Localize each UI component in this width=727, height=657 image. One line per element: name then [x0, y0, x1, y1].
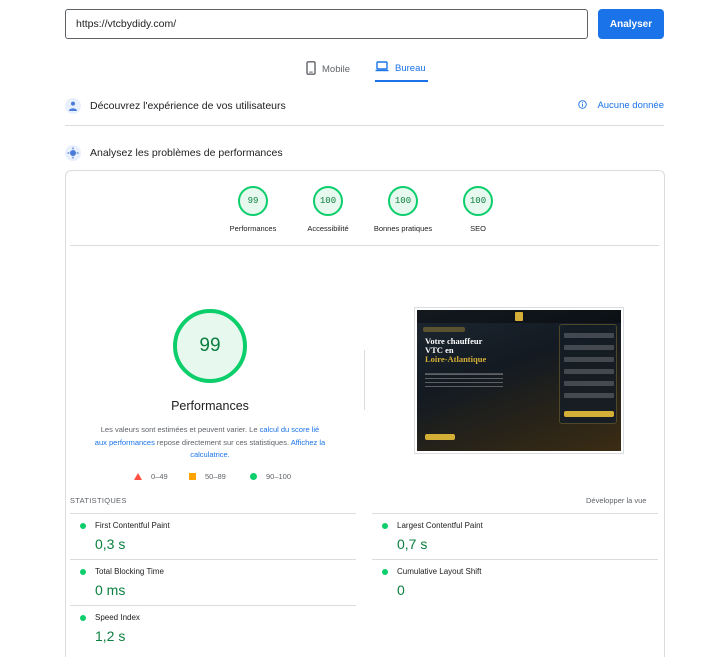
- metric-value: 0,7 s: [397, 536, 428, 552]
- screenshot-heading-line3: Loire-Atlantique: [425, 354, 487, 364]
- mobile-phone-icon: [306, 60, 316, 78]
- metric-lcp: Largest Contentful Paint 0,7 s: [372, 513, 658, 559]
- info-icon: [578, 99, 588, 112]
- no-data-link[interactable]: Aucune donnée: [578, 99, 664, 112]
- legend-fail-label: 0–49: [151, 472, 168, 481]
- tab-desktop-label: Bureau: [395, 62, 426, 74]
- url-input[interactable]: [65, 9, 588, 39]
- main-performance-gauge: 99: [173, 309, 247, 383]
- metric-value: 0,3 s: [95, 536, 126, 552]
- metric-value: 0: [397, 582, 405, 598]
- gauge-label-seo: SEO: [470, 224, 486, 233]
- legend-pass-label: 90–100: [266, 472, 292, 481]
- form-submit: [564, 411, 614, 417]
- metric-si: Speed Index 1,2 s: [70, 605, 356, 651]
- pass-circle-icon: [80, 523, 86, 529]
- lab-data-header: Analysez les problèmes de performances: [65, 133, 664, 173]
- metric-name: First Contentful Paint: [95, 521, 170, 530]
- lab-data-title: Analysez les problèmes de performances: [90, 147, 283, 159]
- screenshot-cta: [425, 434, 455, 440]
- screenshot-logo: [515, 312, 523, 321]
- main-gauge-label: Performances: [171, 399, 249, 413]
- lab-flask-icon: [65, 145, 81, 161]
- legend-average: 50–89: [189, 472, 226, 481]
- disclaimer-text-1: Les valeurs sont estimées et peuvent var…: [100, 425, 260, 434]
- form-row: [564, 333, 614, 338]
- gauge-accessibility[interactable]: 100: [313, 186, 343, 216]
- metric-tbt: Total Blocking Time 0 ms: [70, 559, 356, 605]
- tab-desktop[interactable]: Bureau: [375, 56, 428, 82]
- screenshot-heading: Votre chauffeur VTC en Loire-Atlantique: [425, 337, 515, 364]
- screenshot-booking-form: [559, 324, 617, 424]
- disclaimer-text-2: repose directement sur ces statistiques.: [154, 437, 291, 447]
- square-icon: [189, 473, 196, 480]
- screenshot-paragraph: [425, 373, 503, 389]
- screenshot-image: Votre chauffeur VTC en Loire-Atlantique: [417, 310, 621, 451]
- field-data-title: Découvrez l'expérience de vos utilisateu…: [90, 99, 286, 112]
- gauge-performances[interactable]: 99: [238, 186, 268, 216]
- final-screenshot: Votre chauffeur VTC en Loire-Atlantique: [414, 307, 624, 454]
- metric-cls: Cumulative Layout Shift 0: [372, 559, 658, 605]
- form-row: [564, 381, 614, 386]
- metric-name: Cumulative Layout Shift: [397, 567, 482, 576]
- pass-circle-icon: [382, 569, 388, 575]
- metric-value: 0 ms: [95, 582, 126, 598]
- tab-mobile-label: Mobile: [322, 63, 350, 75]
- form-row: [564, 393, 614, 398]
- legend-pass: 90–100: [250, 472, 291, 481]
- gauge-seo[interactable]: 100: [463, 186, 493, 216]
- metric-name: Speed Index: [95, 613, 140, 622]
- gauge-best-practices[interactable]: 100: [388, 186, 418, 216]
- form-row: [564, 369, 614, 374]
- users-icon: [65, 97, 81, 114]
- vertical-separator: [364, 350, 365, 410]
- stats-title: STATISTIQUES: [70, 496, 127, 505]
- form-row: [564, 357, 614, 362]
- circle-icon: [250, 473, 257, 480]
- expand-view-link[interactable]: Développer la vue: [586, 496, 646, 505]
- category-divider: [70, 245, 659, 246]
- pass-circle-icon: [80, 569, 86, 575]
- analyze-button[interactable]: Analyser: [598, 9, 664, 39]
- pass-circle-icon: [382, 523, 388, 529]
- field-data-header: Découvrez l'expérience de vos utilisateu…: [65, 86, 664, 126]
- metric-fcp: First Contentful Paint 0,3 s: [70, 513, 356, 559]
- triangle-icon: [134, 473, 142, 480]
- screenshot-badge: [423, 327, 465, 332]
- laptop-icon: [375, 61, 389, 75]
- legend-average-label: 50–89: [205, 472, 226, 481]
- metric-name: Total Blocking Time: [95, 567, 164, 576]
- no-data-label: Aucune donnée: [597, 100, 664, 111]
- legend-fail: 0–49: [134, 472, 168, 481]
- tab-mobile[interactable]: Mobile: [306, 56, 350, 82]
- form-row: [564, 345, 614, 350]
- score-disclaimer: Les valeurs sont estimées et peuvent var…: [94, 424, 326, 462]
- pass-circle-icon: [80, 615, 86, 621]
- metric-value: 1,2 s: [95, 628, 126, 644]
- metric-name: Largest Contentful Paint: [397, 521, 483, 530]
